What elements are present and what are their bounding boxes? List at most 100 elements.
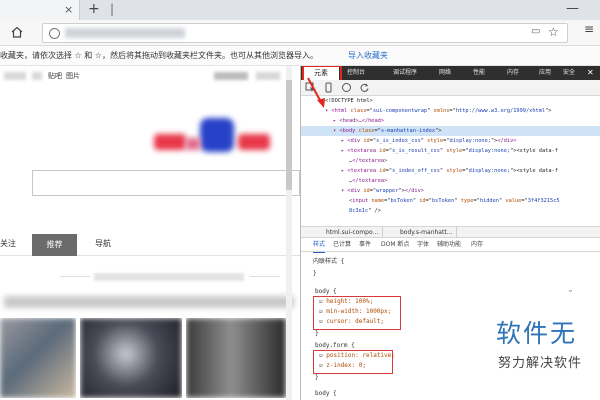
page-scrollbar[interactable] [286, 66, 292, 400]
nav-item-blurred[interactable] [32, 72, 42, 80]
dom-token: s_index_off_css [392, 168, 440, 174]
devtools-tab-memory[interactable]: 内存 [507, 66, 519, 80]
dom-token: " /> [368, 208, 381, 214]
nav-item-blurred[interactable] [4, 72, 26, 80]
dom-token: s_is_result_css [392, 148, 440, 154]
dom-node-line[interactable]: …</textarea> [301, 176, 600, 186]
styles-tab-events[interactable]: 事件 [359, 238, 371, 252]
devtools-tab-debugger[interactable]: 调试程序 [393, 66, 417, 80]
css-prop-z-index[interactable]: ☑ z-index: 0; [319, 362, 366, 369]
tab-recommend[interactable]: 推荐 [32, 234, 77, 256]
tab-follow[interactable]: 关注 [0, 238, 16, 249]
dom-token: display:none; [468, 168, 511, 174]
record-icon[interactable] [341, 82, 352, 93]
body-rule-selector[interactable]: body { [315, 288, 337, 295]
devtools-tab-console[interactable]: 控制台 [347, 66, 365, 80]
css-prop-min-width[interactable]: ☑ min-width: 1000px; [319, 308, 391, 315]
home-icon[interactable] [10, 25, 24, 39]
breadcrumb-html[interactable]: html.sui-compo… [323, 227, 383, 238]
dom-token: ▸ <div [341, 138, 364, 144]
reading-view-icon[interactable]: ▭ [531, 26, 540, 37]
dom-node-line[interactable]: ▸ <div id="s_is_index_css" style="displa… [301, 136, 600, 146]
dom-token: class [350, 108, 367, 114]
devtools-close-icon[interactable]: ✕ [587, 66, 594, 80]
dom-token: style [446, 168, 463, 174]
menu-icon[interactable]: ≡ [584, 22, 594, 36]
nav-item-images[interactable]: 图片 [66, 71, 80, 81]
devtools-tab-security[interactable]: 安全 [563, 66, 575, 80]
css-prop-position[interactable]: ☑ position: relative; [319, 352, 395, 359]
css-prop-height[interactable]: ☑ height: 100%; [319, 298, 373, 305]
css-prop-cursor[interactable]: ☑ cursor: default; [319, 318, 384, 325]
dom-node-line[interactable]: <!DOCTYPE html> [301, 96, 600, 106]
breadcrumb-body[interactable]: body.s-manhatt… [397, 227, 457, 238]
feed-thumbnail[interactable] [80, 318, 182, 398]
stylesheet-link[interactable]: ▭ [569, 288, 572, 294]
dom-token: 3f4f3215c5 [527, 198, 560, 204]
feed-thumbnail[interactable] [0, 318, 76, 398]
search-input[interactable] [32, 170, 300, 196]
dom-node-line[interactable]: 8c3e1c" /> [301, 206, 600, 216]
url-input[interactable]: ▭ ☆ [42, 23, 568, 43]
dom-node-line[interactable]: ▾ <div id="wrapper"></div> [301, 186, 600, 196]
user-name-blurred[interactable] [214, 72, 248, 80]
dom-node-line[interactable]: ▸ <head>…</head> [301, 116, 600, 126]
dom-node-line[interactable]: ▸ <textarea id="s_index_off_css" style="… [301, 166, 600, 176]
dom-token: display:none; [449, 138, 491, 144]
tab-nav[interactable]: 导航 [95, 238, 111, 249]
refresh-icon[interactable] [359, 82, 370, 93]
styles-tab-computed[interactable]: 已计算 [333, 238, 351, 252]
address-bar: ▭ ☆ ≡ [0, 20, 600, 46]
rule-close: } [315, 330, 319, 337]
dom-token: name [371, 198, 385, 204]
feed-thumbnail[interactable] [186, 318, 286, 398]
dom-token: value [505, 198, 522, 204]
dom-node-line[interactable]: ▾ <html class="sui-componentwrap" xmlns=… [301, 106, 600, 116]
styles-tab-dom-breakpoints[interactable]: DOM 断点 [381, 238, 409, 252]
dom-token: s-manhattan-index [380, 128, 436, 134]
styles-tab-memory[interactable]: 内存 [471, 238, 483, 252]
dom-token: sui-componentwrap [372, 108, 428, 114]
dom-token: </div> [404, 188, 424, 194]
settings-link-blurred[interactable] [256, 72, 280, 80]
elements-subtoolbar [301, 80, 600, 96]
dom-token: ▾ <body [333, 128, 359, 134]
feed-item-title-blurred[interactable] [4, 296, 294, 308]
dom-node-line[interactable]: ▸ <textarea id="s_is_result_css" style="… [301, 146, 600, 156]
dom-token: </textarea> [352, 178, 388, 184]
styles-tab-styles[interactable]: 样式 [313, 238, 326, 253]
dom-token: style [427, 138, 444, 144]
dom-node-line[interactable]: <input name="bsToken" id="bsToken" type=… [301, 196, 600, 206]
dom-token: hidden [479, 198, 499, 204]
dom-node-line[interactable]: …</textarea> [301, 156, 600, 166]
body-rule-selector-2[interactable]: body { [315, 390, 337, 397]
dom-node-line[interactable]: ▾ <body class="s-manhattan-index"> [301, 126, 600, 136]
styles-tab-accessibility[interactable]: 辅助功能 [437, 238, 461, 252]
rule-close: } [315, 374, 319, 381]
inline-style-rule[interactable]: 内联样式 { [313, 256, 344, 265]
dom-token: </head> [361, 118, 385, 124]
favorites-bar-hint: 收藏夹，请依次选择 ☆ 和 ☆，然后将其拖动到收藏夹栏文件夹。也可从其他浏览器导… [0, 51, 318, 60]
devtools-tab-application[interactable]: 应用 [539, 66, 551, 80]
page-scrollbar-thumb[interactable] [286, 80, 292, 190]
feed-hint [60, 271, 280, 283]
url-text-blurred [65, 28, 185, 38]
web-page: 贴吧 图片 关注 推荐 导航 [0, 66, 300, 400]
form-rule-selector[interactable]: body.form { [315, 342, 355, 349]
devtools-tab-network[interactable]: 网络 [439, 66, 451, 80]
browser-tab[interactable]: × [0, 0, 80, 20]
devtools-tab-performance[interactable]: 性能 [473, 66, 485, 80]
feed-tabs: 关注 推荐 导航 [0, 234, 300, 256]
dom-token: 8c3e1c [349, 208, 369, 214]
favorite-star-icon[interactable]: ☆ [548, 25, 559, 39]
minimize-icon[interactable]: — [566, 1, 579, 16]
site-logo [150, 116, 280, 166]
import-favorites-link[interactable]: 导入收藏夹 [348, 46, 388, 66]
tab-close-icon[interactable]: × [64, 3, 73, 16]
new-tab-icon[interactable]: + [88, 1, 100, 17]
tab-divider: | [110, 2, 115, 16]
dom-tree[interactable]: <!DOCTYPE html> ▾ <html class="sui-compon… [301, 96, 600, 226]
styles-tab-fonts[interactable]: 字体 [417, 238, 429, 252]
nav-item-tieba[interactable]: 贴吧 [48, 71, 62, 81]
globe-icon [49, 28, 60, 39]
